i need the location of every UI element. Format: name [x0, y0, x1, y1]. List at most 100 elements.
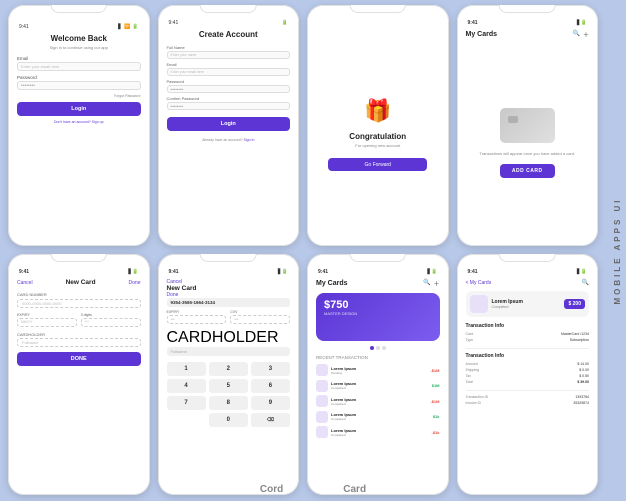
card-chip [508, 116, 518, 123]
phone-notch [499, 254, 556, 262]
cardholder-label: CARDHOLDER [167, 329, 291, 347]
phone-notch [349, 5, 406, 13]
add-icon[interactable]: ＋ [433, 279, 439, 288]
create-account-title: Create Account [167, 30, 291, 39]
login-button[interactable]: Login [17, 102, 141, 116]
status-bar: 9:41 ▋🔋 [466, 20, 590, 26]
my-cards-header: My Cards [466, 31, 498, 38]
numpad-3[interactable]: 3 [251, 362, 290, 376]
gift-icon: 🎁 [363, 96, 393, 126]
numpad-8[interactable]: 8 [209, 396, 248, 410]
signup-text: Don't have an account? Sign up [17, 120, 141, 124]
invoice-row: Invoice ID 35329874 [466, 401, 590, 405]
add-icon[interactable]: ＋ [583, 30, 589, 39]
transaction-item: Lorem Ipsum Completed $1M [316, 380, 440, 392]
type-info-row: Type Subscription [466, 338, 590, 342]
payment-info-title: Transaction Info [466, 353, 590, 359]
empty-card-image [500, 108, 555, 143]
status-bar: 9:41 ▋🔋 [167, 269, 291, 275]
password-label: Password [17, 75, 141, 80]
numpad-9[interactable]: 9 [251, 396, 290, 410]
cvv-input[interactable]: *** [230, 315, 290, 324]
detail-card: Lorem Ipsum Completed $ 200 [466, 291, 590, 317]
card-balance: $750 [324, 299, 432, 311]
add-card-button[interactable]: ADD CARD [500, 164, 555, 178]
fullname-input[interactable]: Enter your name [167, 51, 291, 59]
tx-icon [316, 380, 328, 392]
dot-3 [382, 346, 386, 350]
email-label: Email [167, 62, 291, 67]
transaction-item: Lorem Ipsum Completed -$1k [316, 426, 440, 438]
transaction-amount: $ 200 [564, 299, 585, 309]
phone-notch [200, 5, 257, 13]
cardholder-label: CARDHOLDER [17, 332, 141, 337]
status-bar: 9:41 ▋🔋 [466, 269, 590, 275]
numpad-7[interactable]: 7 [167, 396, 206, 410]
fullname-label: Full Name [167, 45, 291, 50]
search-icon[interactable]: 🔍 [573, 30, 580, 39]
status-bar: 9:41 ▋🔋 [316, 269, 440, 275]
status-bar: 9:41 ▋🔋 [17, 269, 141, 275]
phone-notch [50, 5, 107, 13]
battery-icon: 🔋 [132, 24, 138, 30]
card-dots [316, 346, 440, 350]
back-button[interactable]: < My Cards [466, 280, 492, 286]
forgot-password-link[interactable]: Forgot Password [17, 94, 141, 98]
phone-notch [50, 254, 107, 262]
password-input[interactable]: •••••••• [17, 81, 141, 90]
status-bar: 9:41 🔋 [167, 20, 291, 26]
phone-my-cards-full: 9:41 ▋🔋 My Cards 🔍 ＋ $750 MASTER DESIGN [307, 254, 449, 495]
email-input[interactable]: Enter your email here [17, 62, 141, 71]
search-icon[interactable]: 🔍 [582, 279, 589, 286]
numpad-1[interactable]: 1 [167, 362, 206, 376]
numpad-2[interactable]: 2 [209, 362, 248, 376]
phone-new-card-empty: 9:41 ▋🔋 Cancel New Card Done CARD NUMBER… [8, 254, 150, 495]
signin-link[interactable]: Sign In [244, 138, 255, 142]
expiry-input[interactable]: MM/YY [17, 318, 77, 327]
welcome-title: Welcome Back [17, 34, 141, 43]
numpad-6[interactable]: 6 [251, 379, 290, 393]
email-label: Email [17, 56, 141, 61]
numpad-4[interactable]: 4 [167, 379, 206, 393]
numpad: 1 2 3 4 5 6 7 8 9 0 ⌫ [167, 362, 291, 427]
amount-row: Amount $ 14.00 [466, 362, 590, 366]
numpad-5[interactable]: 5 [209, 379, 248, 393]
status-time: 9:41 [169, 20, 179, 26]
go-forward-button[interactable]: Go Forward [328, 158, 427, 171]
dot-2 [376, 346, 380, 350]
tx-icon [316, 411, 328, 423]
card-number-display: 9354-3565-1664-3134 [167, 298, 291, 307]
phone-congratulation: 🎁 Congratulation For opening new account… [307, 5, 449, 246]
login-button[interactable]: Login [167, 117, 291, 131]
cancel-link[interactable]: Cancel [17, 280, 33, 286]
tx-icon [316, 395, 328, 407]
password-input[interactable]: •••••••• [167, 85, 291, 93]
fullname-input[interactable]: Fullname [17, 338, 141, 347]
signup-link[interactable]: Sign up [92, 120, 104, 124]
card-number-input[interactable]: 0000-0000-0000-0000 [17, 299, 141, 308]
password-label: Password [167, 79, 291, 84]
confirm-password-label: Confirm Password [167, 96, 291, 101]
numpad-0[interactable]: 0 [209, 413, 248, 427]
expiry-input[interactable]: *** [167, 315, 227, 324]
app-label-container: MOBILE APPS UI [613, 197, 622, 304]
tx-icon [316, 426, 328, 438]
numpad-delete[interactable]: ⌫ [251, 413, 290, 427]
phone-notch [499, 5, 556, 13]
search-icon[interactable]: 🔍 [423, 279, 430, 288]
expiry-label: EXPIRY [17, 313, 77, 317]
done-link[interactable]: Done [129, 280, 141, 286]
card-label: Card [343, 484, 366, 495]
battery-icon: 🔋 [282, 20, 288, 26]
merchant-status: Completed [492, 305, 523, 309]
email-input[interactable]: Enter your email here [167, 68, 291, 76]
signal-icon: ▋ [118, 24, 122, 30]
done-button[interactable]: DONE [17, 352, 141, 366]
phone-welcome: 9:41 ▋ 🛜 🔋 Welcome Back Sign in to conti… [8, 5, 150, 246]
phone-create-account: 9:41 🔋 Create Account Full Name Enter yo… [158, 5, 300, 246]
fullname-display: Fullname [167, 347, 291, 356]
header-icons: 🔍 ＋ [573, 30, 590, 39]
cvv-input[interactable]: *** [81, 318, 141, 327]
confirm-input[interactable]: •••••••• [167, 102, 291, 110]
transaction-item: Lorem Ipsum Pending -$1M [316, 364, 440, 376]
